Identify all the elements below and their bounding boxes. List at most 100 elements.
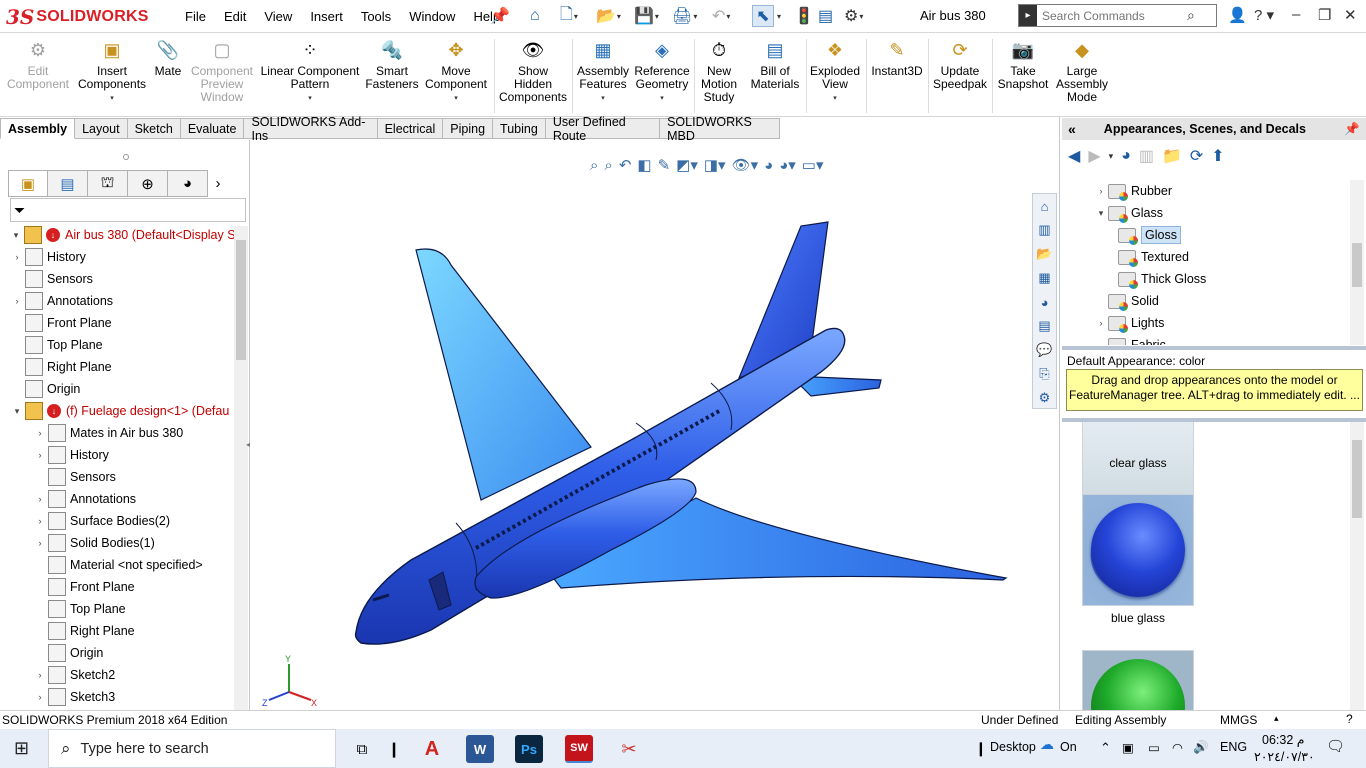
battery-icon[interactable]: ▭ (1148, 740, 1160, 755)
expand-arrow-icon[interactable]: › (11, 296, 23, 306)
menu-window[interactable]: Window (400, 9, 464, 24)
solidworks-taskbar-icon[interactable]: SW (565, 735, 593, 763)
windows-start-icon[interactable]: ⊞ (14, 738, 29, 759)
insert-components-button[interactable]: ▣ Insert Components ▾ (78, 38, 146, 105)
tree-item[interactable]: Origin (34, 642, 103, 664)
search-input[interactable] (1037, 8, 1187, 23)
tab-assembly[interactable]: Assembly (0, 118, 76, 139)
tree-item[interactable]: Top Plane (34, 598, 126, 620)
new-document-icon[interactable]: 🗋 ▾ (560, 5, 578, 27)
dynamic-annotation-icon[interactable]: ✎ (658, 156, 671, 174)
up-level-icon[interactable]: ⬆ (1211, 146, 1224, 166)
view-palette-icon[interactable]: ▦ (1033, 266, 1056, 290)
solve-icon[interactable]: ⚙ (1033, 386, 1056, 410)
tree-item[interactable]: › Sketch3 (34, 686, 115, 708)
expand-arrow-icon[interactable]: › (34, 494, 46, 504)
appearance-color-icon[interactable]: ◕ (1121, 147, 1131, 165)
custom-properties-icon[interactable]: ▤ (1033, 314, 1056, 338)
appearance-folder[interactable]: › Rubber (1094, 180, 1172, 202)
add-library-icon[interactable]: ▥ (1139, 146, 1154, 166)
chevron-right-icon[interactable]: › (208, 170, 228, 197)
volume-icon[interactable]: 🔊 (1193, 740, 1209, 755)
chevron-up-icon[interactable]: ▴ (1274, 713, 1279, 724)
component-preview-button[interactable]: ▢ Component Preview Window (188, 38, 256, 104)
design-library-icon[interactable]: ▥ (1033, 218, 1056, 242)
notifications-icon[interactable]: 🗨 (1326, 737, 1345, 755)
clock-date[interactable]: ٢٠٢٤/٠٧/٣٠ (1254, 749, 1315, 764)
minimize-icon[interactable]: – (1292, 6, 1300, 23)
expand-arrow-icon[interactable]: › (11, 252, 23, 262)
appearances-icon[interactable]: ◕ (1033, 290, 1056, 314)
appearance-folder[interactable]: Solid (1094, 290, 1159, 312)
onedrive-icon[interactable]: ☁ (1040, 736, 1054, 753)
chevron-up-icon[interactable]: ⌃ (1100, 740, 1111, 756)
panel-splitter[interactable] (1062, 346, 1366, 350)
search-type-icon[interactable]: ▸ (1019, 5, 1037, 26)
recorder-icon[interactable]: ⎘ (1033, 362, 1056, 386)
panel-grip-icon[interactable] (123, 154, 129, 160)
tree-item[interactable]: › Mates in Air bus 380 (34, 422, 183, 444)
appearance-folder[interactable]: ▾ Glass (1094, 202, 1163, 224)
feature-tree-tab-icon[interactable]: ▣ (8, 170, 48, 197)
appearance-folder[interactable]: Textured (1118, 246, 1189, 268)
apply-scene-icon[interactable]: ◕▾ (779, 156, 796, 174)
tab-piping[interactable]: Piping (443, 118, 494, 139)
tree-item[interactable]: › History (11, 246, 86, 268)
gallery-scrollbar-thumb[interactable] (1352, 440, 1362, 518)
display-style-icon[interactable]: ◨▾ (704, 156, 726, 174)
view-settings-icon[interactable]: ▭▾ (802, 156, 824, 174)
filter-icon[interactable]: ⏷ (14, 202, 25, 219)
smart-fasteners-button[interactable]: 🔩 Smart Fasteners (364, 38, 420, 91)
restore-icon[interactable]: ❐ (1318, 6, 1331, 24)
tree-item[interactable]: Front Plane (11, 312, 112, 334)
dimxpert-tab-icon[interactable]: ⊕ (128, 170, 168, 197)
pin-icon[interactable]: 📌 (490, 5, 510, 27)
tree-item[interactable]: ▾ ↓ Air bus 380 (Default<Display Stat (10, 224, 234, 246)
display-manager-tab-icon[interactable]: ◕ (168, 170, 208, 197)
menu-insert[interactable]: Insert (301, 9, 352, 24)
search-icon[interactable]: ⌕ (1187, 7, 1195, 24)
expand-arrow-icon[interactable]: › (1094, 186, 1108, 196)
add-folder-icon[interactable]: 📁 (1162, 146, 1182, 166)
acrobat-icon[interactable]: A (418, 735, 446, 763)
refresh-icon[interactable]: ⟳ (1190, 146, 1203, 166)
tab-electrical[interactable]: Electrical (377, 118, 444, 139)
large-assembly-button[interactable]: ◆ Large Assembly Mode (1054, 38, 1110, 104)
edit-appearance-icon[interactable]: ◕ (764, 157, 773, 174)
menu-view[interactable]: View (255, 9, 301, 24)
undo-icon[interactable]: ↶ ▾ (712, 5, 730, 27)
section-view-icon[interactable]: ◧ (637, 156, 651, 174)
show-desktop-divider-icon[interactable]: ❙ (975, 740, 987, 757)
tab-sketch[interactable]: Sketch (127, 118, 181, 139)
expand-arrow-icon[interactable]: › (34, 670, 46, 680)
left-wing[interactable] (415, 248, 592, 501)
desktop-toolbar[interactable]: Desktop (990, 740, 1036, 754)
tab-mbd[interactable]: SOLIDWORKS MBD (660, 115, 780, 143)
tree-item[interactable]: ▾ ↓ (f) Fuelage design<1> (Defau (11, 400, 229, 422)
file-properties-icon[interactable]: ▤ (818, 5, 833, 27)
expand-arrow-icon[interactable]: › (34, 692, 46, 702)
expand-arrow-icon[interactable]: › (34, 516, 46, 526)
tab-addins[interactable]: SOLIDWORKS Add-Ins (244, 115, 378, 143)
tab-layout[interactable]: Layout (75, 118, 128, 139)
tree-item[interactable]: Origin (11, 378, 80, 400)
unit-system[interactable]: MMGS (1220, 713, 1257, 727)
menu-edit[interactable]: Edit (215, 9, 255, 24)
expand-arrow-icon[interactable]: › (34, 450, 46, 460)
solidworks-logo[interactable]: 3S SOLIDWORKS (6, 4, 149, 30)
green-glass-swatch[interactable] (1082, 650, 1194, 710)
tree-item[interactable]: › Solid Bodies(1) (34, 532, 155, 554)
clock-time[interactable]: 06:32 م (1262, 732, 1305, 747)
snipping-tool-icon[interactable]: ✂ (615, 735, 643, 763)
previous-view-icon[interactable]: ↶ (619, 156, 632, 174)
tree-item[interactable]: Sensors (11, 268, 93, 290)
tree-item[interactable]: › Sketch2 (34, 664, 115, 686)
options-gear-icon[interactable]: ⚙ ▾ (844, 5, 863, 27)
zoom-to-fit-icon[interactable]: ⌕ (590, 157, 598, 174)
tree-item[interactable]: › Surface Bodies(2) (34, 510, 170, 532)
zoom-to-area-icon[interactable]: ⌕ (604, 157, 612, 174)
bill-of-materials-button[interactable]: ▤ Bill of Materials (746, 38, 804, 91)
task-view-icon[interactable]: ⧉ (348, 735, 376, 763)
tree-item[interactable]: › Annotations (11, 290, 113, 312)
word-icon[interactable]: W (466, 735, 494, 763)
